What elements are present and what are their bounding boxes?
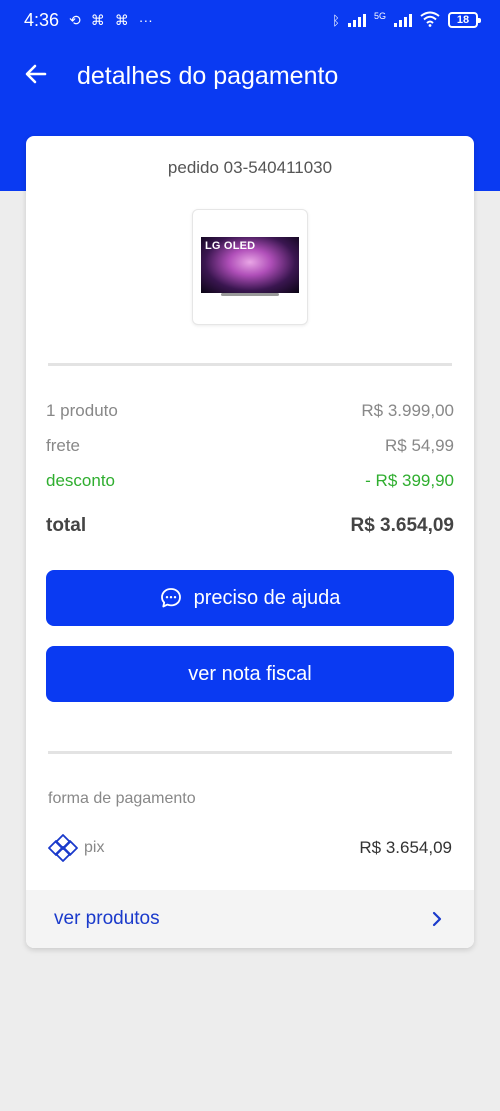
- invoice-button[interactable]: ver nota fiscal: [46, 646, 454, 702]
- products-row: 1 produto R$ 3.999,00: [46, 401, 454, 421]
- tv-stand: [221, 293, 279, 296]
- total-value: R$ 3.654,09: [350, 515, 454, 536]
- notification-icon: ⟲: [69, 11, 81, 28]
- pix-icon: [48, 834, 78, 862]
- battery-icon: 18: [448, 12, 481, 28]
- invoice-button-label: ver nota fiscal: [188, 662, 312, 685]
- payment-method: pix: [48, 833, 104, 863]
- app-icon: ⌘: [90, 11, 105, 28]
- products-value: R$ 3.999,00: [361, 401, 454, 420]
- status-left: 4:36 ⟲ ⌘ ⌘ ···: [24, 10, 153, 31]
- status-time: 4:36: [24, 9, 60, 30]
- help-button-label: preciso de ajuda: [193, 586, 341, 609]
- status-right: ᛒ 5G 18: [332, 10, 481, 30]
- arrow-left-icon: [25, 64, 47, 84]
- payment-section-label: forma de pagamento: [48, 790, 196, 807]
- shipping-row: frete R$ 54,99: [46, 436, 454, 456]
- network-type: 5G: [373, 10, 386, 21]
- more-notifications-icon: ···: [138, 12, 153, 28]
- chat-bubble-icon: [160, 588, 181, 608]
- payment-method-label: pix: [84, 839, 105, 856]
- payment-method-row: pix R$ 3.654,09: [48, 832, 452, 864]
- tv-screen: LG OLED: [201, 237, 299, 293]
- back-button[interactable]: [22, 60, 50, 88]
- chevron-right-icon: [432, 911, 442, 927]
- bluetooth-icon: ᛒ: [332, 12, 340, 28]
- total-label: total: [46, 515, 87, 536]
- discount-row: desconto - R$ 399,90: [46, 471, 454, 491]
- signal-icon: [347, 13, 366, 27]
- order-id: pedido 03-540411030: [167, 158, 333, 177]
- shipping-value: R$ 54,99: [385, 436, 454, 455]
- divider: [48, 363, 452, 366]
- app-icon-2: ⌘: [114, 11, 129, 28]
- products-label: 1 produto: [46, 401, 118, 420]
- product-image[interactable]: LG OLED: [192, 209, 308, 325]
- product-image-text: LG OLED: [205, 240, 256, 252]
- view-products-link[interactable]: ver produtos: [26, 890, 474, 948]
- shipping-label: frete: [46, 436, 81, 455]
- help-button[interactable]: preciso de ajuda: [46, 570, 454, 626]
- total-row: total R$ 3.654,09: [46, 515, 454, 537]
- discount-label: desconto: [46, 471, 115, 490]
- payment-details-card: pedido 03-540411030 LG OLED 1 produto R$…: [26, 136, 474, 948]
- signal-icon-2: [394, 13, 412, 27]
- page-title: detalhes do pagamento: [77, 62, 339, 90]
- view-products-label: ver produtos: [54, 908, 160, 929]
- status-bar: 4:36 ⟲ ⌘ ⌘ ··· ᛒ 5G 18: [0, 0, 500, 40]
- divider: [48, 751, 452, 754]
- wifi-icon: [420, 11, 440, 30]
- payment-amount: R$ 3.654,09: [359, 838, 452, 857]
- discount-value: - R$ 399,90: [365, 471, 454, 490]
